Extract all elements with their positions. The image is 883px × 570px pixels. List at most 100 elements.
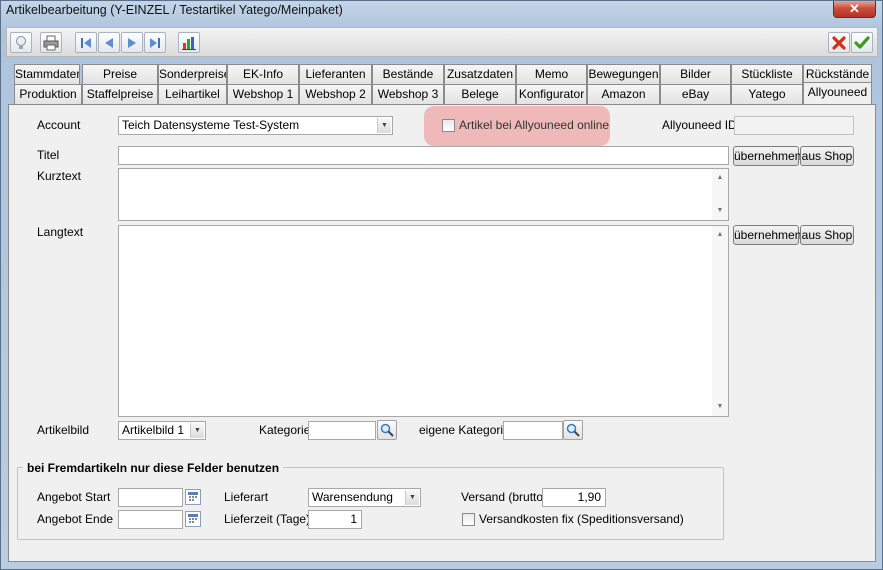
first-record-button[interactable] — [75, 32, 97, 53]
eigene-kategorie-search-button[interactable] — [563, 420, 583, 440]
fremdartikel-group-title: bei Fremdartikeln nur diese Felder benut… — [23, 461, 284, 475]
angebot-start-field[interactable] — [118, 488, 183, 507]
tab-yatego[interactable]: Yatego — [731, 84, 803, 104]
eigene-kategorie-label: eigene Kategorie — [419, 423, 510, 437]
search-icon — [566, 423, 580, 437]
chevron-down-icon: ▼ — [405, 490, 419, 505]
tab-webshop-3[interactable]: Webshop 3 — [372, 84, 444, 104]
langtext-label: Langtext — [37, 225, 84, 239]
allyouneed-id-label: Allyouneed ID — [662, 118, 737, 132]
account-value: Teich Datensysteme Test-System — [122, 118, 300, 132]
versand-field[interactable]: 1,90 — [542, 488, 606, 507]
next-record-button[interactable] — [121, 32, 143, 53]
account-select[interactable]: Teich Datensysteme Test-System ▼ — [118, 116, 393, 135]
scroll-down-icon[interactable]: ▼ — [712, 204, 728, 218]
title-bar: Artikelbearbeitung (Y-EINZEL / Testartik… — [1, 1, 882, 21]
langtext-aus-shop-button[interactable]: aus Shop — [800, 225, 854, 245]
first-record-icon — [81, 37, 91, 48]
angebot-start-label: Angebot Start — [37, 490, 111, 504]
versandkosten-label: Versandkosten fix (Speditionsversand) — [479, 512, 684, 526]
titel-aus-shop-button[interactable]: aus Shop — [800, 146, 854, 166]
tab-stückliste[interactable]: Stückliste — [731, 64, 803, 84]
angebot-ende-label: Angebot Ende — [37, 512, 114, 526]
window-close-button[interactable]: ✕ — [833, 1, 876, 18]
chevron-down-icon: ▼ — [377, 118, 391, 133]
confirm-icon — [854, 35, 870, 49]
lightbulb-icon — [16, 35, 26, 49]
tab-rückstände[interactable]: Rückstände — [803, 64, 872, 84]
online-checkbox[interactable] — [442, 119, 455, 132]
artikelbild-select[interactable]: Artikelbild 1 ▼ — [118, 421, 206, 440]
online-label: Artikel bei Allyouneed online — [459, 118, 610, 132]
tab-allyouneed[interactable]: Allyouneed — [803, 82, 872, 104]
langtext-uebernehmen-button[interactable]: übernehmen — [733, 225, 801, 245]
kategorie-search-button[interactable] — [377, 420, 397, 440]
confirm-button[interactable] — [851, 32, 873, 53]
lightbulb-button[interactable] — [10, 32, 32, 53]
eigene-kategorie-field[interactable] — [503, 421, 563, 440]
cancel-icon — [832, 35, 846, 50]
lieferart-select[interactable]: Warensendung ▼ — [308, 488, 421, 507]
tab-zusatzdaten[interactable]: Zusatzdaten — [444, 64, 516, 84]
titel-uebernehmen-button[interactable]: übernehmen — [733, 146, 801, 166]
titel-label: Titel — [37, 148, 60, 162]
chart-icon — [182, 36, 196, 50]
kurztext-label: Kurztext — [37, 169, 82, 183]
tab-ek-info[interactable]: EK-Info — [227, 64, 299, 84]
tab-webshop-2[interactable]: Webshop 2 — [299, 84, 372, 104]
langtext-scrollbar[interactable]: ▲ ▼ — [712, 226, 728, 416]
tab-ebay[interactable]: eBay — [660, 84, 731, 104]
statistics-button[interactable] — [178, 32, 200, 53]
versand-label: Versand (brutto) — [461, 490, 548, 504]
calendar-icon[interactable] — [185, 511, 201, 527]
chevron-down-icon: ▼ — [190, 423, 204, 438]
calendar-icon[interactable] — [185, 489, 201, 505]
tab-bilder[interactable]: Bilder — [660, 64, 731, 84]
scroll-down-icon[interactable]: ▼ — [712, 400, 728, 414]
search-icon — [380, 423, 394, 437]
previous-record-button[interactable] — [98, 32, 120, 53]
artikelbild-value: Artikelbild 1 — [122, 423, 185, 437]
angebot-ende-field[interactable] — [118, 510, 183, 529]
versandkosten-checkbox[interactable] — [462, 513, 475, 526]
previous-record-icon — [105, 37, 113, 48]
scroll-up-icon[interactable]: ▲ — [712, 228, 728, 242]
calendar-grid-icon — [188, 492, 198, 501]
tab-konfigurator[interactable]: Konfigurator — [516, 84, 587, 104]
tab-bestände[interactable]: Bestände — [372, 64, 444, 84]
lieferzeit-label: Lieferzeit (Tage) — [224, 512, 311, 526]
print-button[interactable] — [40, 32, 62, 53]
tab-memo[interactable]: Memo — [516, 64, 587, 84]
tab-amazon[interactable]: Amazon — [587, 84, 660, 104]
tab-leihartikel[interactable]: Leihartikel — [158, 84, 227, 104]
tab-preise[interactable]: Preise — [82, 64, 158, 84]
artikelbild-label: Artikelbild — [37, 423, 90, 437]
cancel-button[interactable] — [828, 32, 850, 53]
allyouneed-id-field[interactable] — [734, 116, 854, 135]
lieferart-value: Warensendung — [312, 490, 393, 504]
kurztext-area[interactable]: ▲ ▼ — [118, 168, 729, 221]
titel-field[interactable] — [118, 146, 729, 165]
langtext-area[interactable]: ▲ ▼ — [118, 225, 729, 417]
kategorie-field[interactable] — [308, 421, 376, 440]
scroll-up-icon[interactable]: ▲ — [712, 171, 728, 185]
lieferart-label: Lieferart — [224, 490, 269, 504]
last-record-button[interactable] — [144, 32, 166, 53]
tab-stammdaten[interactable]: Stammdaten — [14, 64, 80, 84]
lieferzeit-field[interactable]: 1 — [308, 510, 362, 529]
tab-sonderpreise[interactable]: Sonderpreise — [158, 64, 227, 84]
calendar-grid-icon — [188, 514, 198, 523]
tab-lieferanten[interactable]: Lieferanten — [299, 64, 372, 84]
tab-webshop-1[interactable]: Webshop 1 — [227, 84, 299, 104]
tab-produktion[interactable]: Produktion — [14, 84, 82, 104]
tab-staffelpreise[interactable]: Staffelpreise — [82, 84, 158, 104]
account-label: Account — [37, 118, 81, 132]
window-title: Artikelbearbeitung (Y-EINZEL / Testartik… — [6, 3, 343, 17]
tab-belege[interactable]: Belege — [444, 84, 516, 104]
kurztext-scrollbar[interactable]: ▲ ▼ — [712, 169, 728, 220]
toolbar — [6, 27, 878, 57]
last-record-icon — [150, 37, 160, 48]
next-record-icon — [128, 37, 136, 48]
tab-bewegungen[interactable]: Bewegungen — [587, 64, 660, 84]
kategorie-label: Kategorie — [259, 423, 311, 437]
